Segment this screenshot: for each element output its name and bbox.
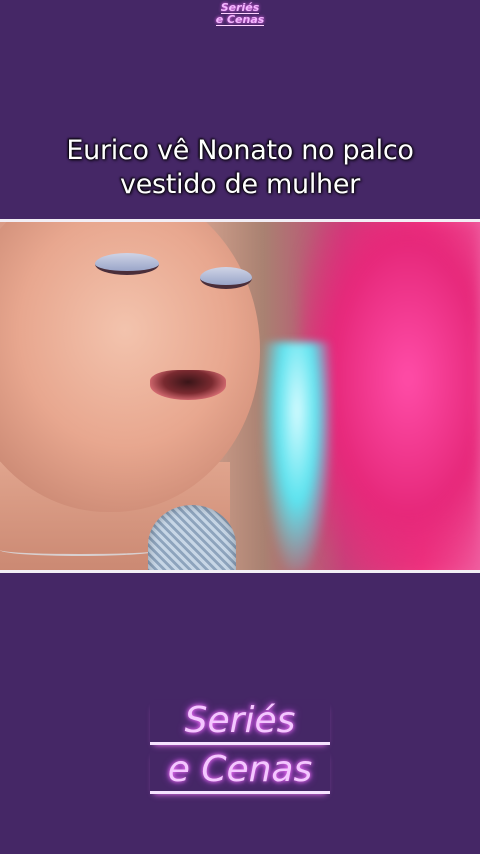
singer-right-eye — [200, 267, 252, 289]
top-logo-line2: e Cenas — [215, 13, 265, 26]
caption-line1: Eurico vê Nonato no palco — [66, 135, 414, 166]
caption-line2: vestido de mulher — [120, 169, 360, 200]
top-logo: Seriés e Cenas — [0, 2, 480, 26]
singer-necklace — [0, 544, 160, 556]
bottom-logo-line1: Seriés — [150, 700, 330, 745]
video-caption: Eurico vê Nonato no palco vestido de mul… — [20, 134, 460, 202]
video-frame[interactable] — [0, 219, 480, 573]
bottom-logo: Seriés e Cenas — [150, 700, 330, 798]
singer-left-eye — [95, 253, 159, 275]
singer-mouth — [150, 370, 226, 400]
bottom-logo-line2: e Cenas — [150, 749, 330, 794]
stage-light-cyan — [262, 342, 332, 570]
